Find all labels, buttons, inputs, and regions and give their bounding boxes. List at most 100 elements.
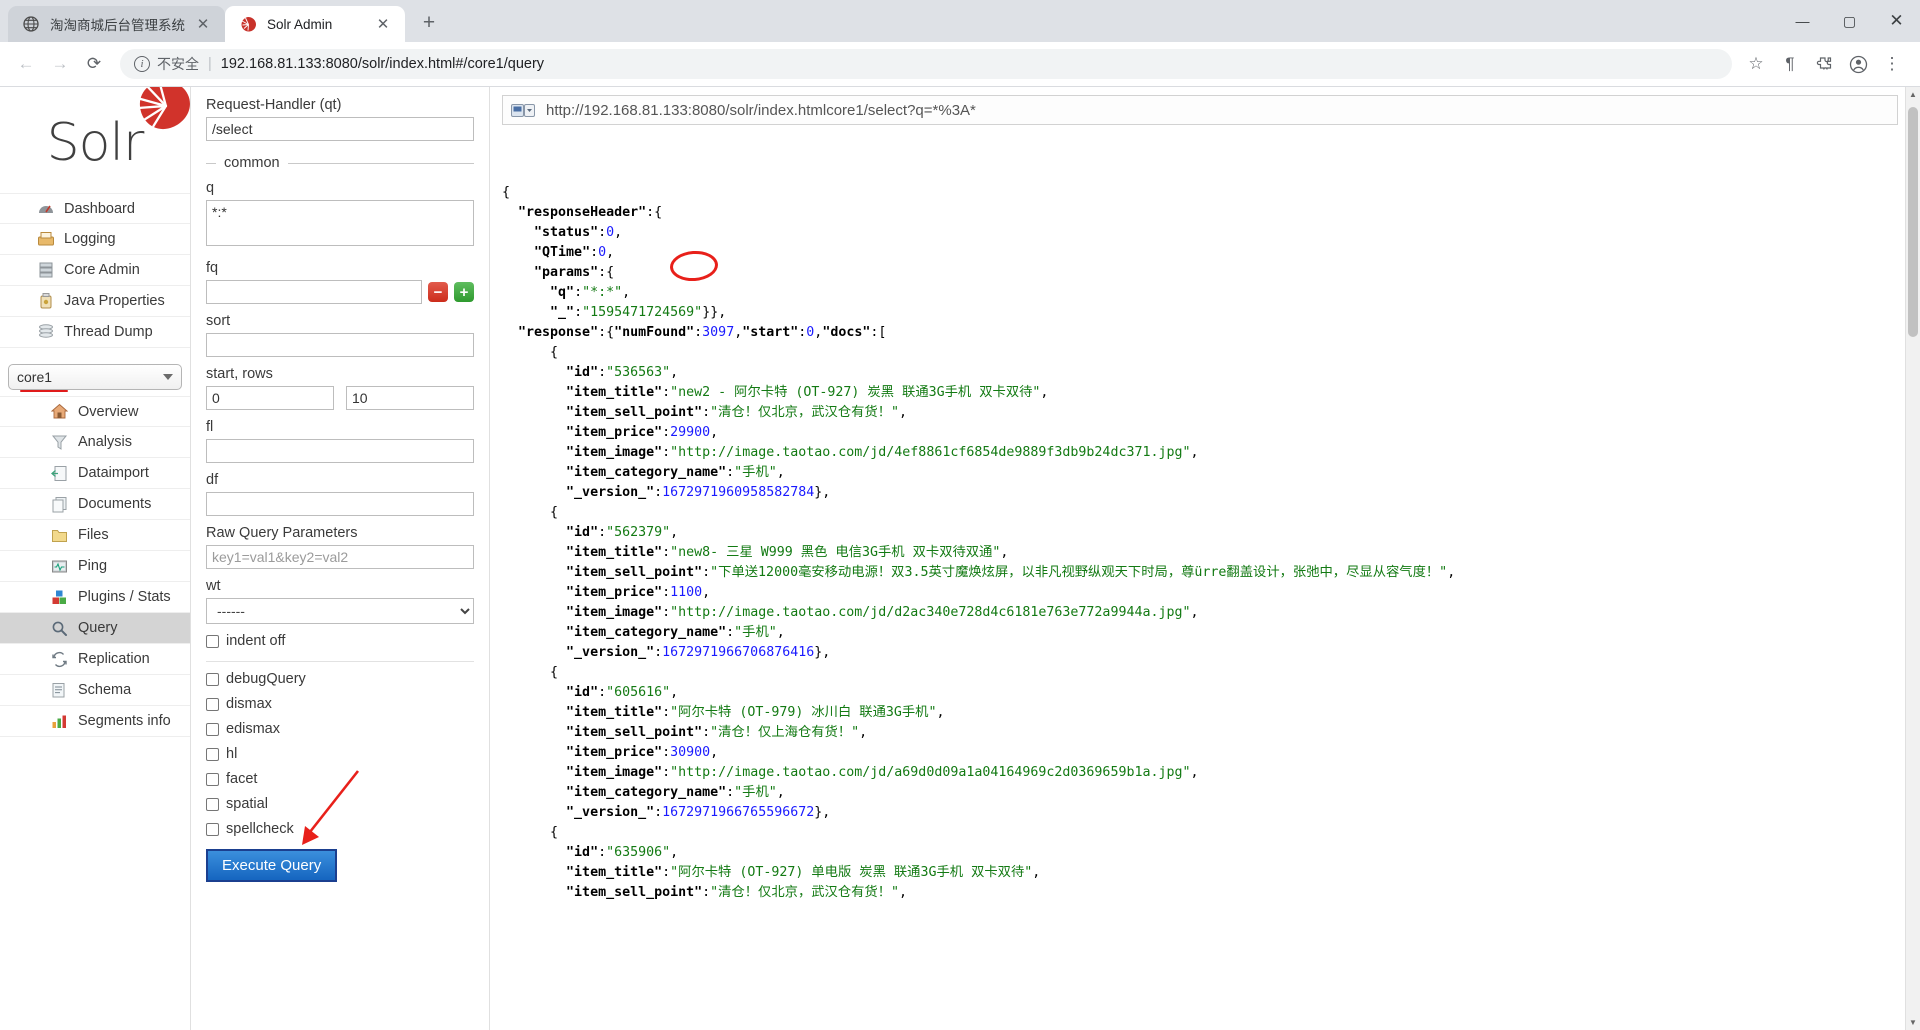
spellcheck-label: spellcheck (226, 821, 294, 837)
sidebar-item-logging[interactable]: Logging (0, 224, 190, 255)
sidebar-item-overview[interactable]: Overview (0, 396, 190, 427)
close-button[interactable]: ✕ (1873, 0, 1920, 42)
spellcheck-checkbox[interactable] (206, 822, 219, 836)
sidebar-item-segments-info[interactable]: Segments info (0, 706, 190, 737)
sidebar-item-java-properties[interactable]: Java Properties (0, 286, 190, 317)
edismax-checkbox[interactable] (206, 722, 219, 736)
fq-input[interactable] (206, 280, 422, 304)
sidebar-item-label: Java Properties (64, 293, 165, 309)
indent-off-checkbox[interactable] (206, 634, 219, 648)
browser-tab-solr-admin[interactable]: Solr Admin ✕ (225, 6, 405, 42)
tab-title: Solr Admin (267, 16, 333, 32)
dataimport-icon (50, 464, 69, 483)
browser-tab-taotao[interactable]: 淘淘商城后台管理系统 ✕ (8, 6, 225, 42)
chevron-down-icon (163, 374, 173, 380)
request-handler-input[interactable] (206, 117, 474, 141)
scroll-up-arrow-icon[interactable]: ▲ (1906, 87, 1920, 102)
solr-core-nav: Overview Analysis Dataimport Documents F… (0, 396, 190, 737)
address-bar[interactable]: i 不安全 | 192.168.81.133:8080/solr/index.h… (120, 49, 1732, 79)
fl-label: fl (206, 419, 214, 435)
debugquery-checkbox[interactable] (206, 672, 219, 686)
tab-close-icon[interactable]: ✕ (193, 14, 213, 34)
core-selector-dropdown[interactable]: core1 (8, 364, 182, 390)
spellcheck-row[interactable]: spellcheck (206, 821, 474, 837)
wt-label: wt (206, 578, 221, 594)
indent-off-row[interactable]: indent off (206, 633, 474, 649)
q-input[interactable] (206, 200, 474, 246)
query-result-panel: http://192.168.81.133:8080/solr/index.ht… (490, 87, 1920, 1030)
facet-row[interactable]: facet (206, 771, 474, 787)
sidebar-item-files[interactable]: Files (0, 520, 190, 551)
browser-window: 淘淘商城后台管理系统 ✕ Solr Admin ✕ + — ▢ ✕ ← → ⟳ … (0, 0, 1920, 1030)
edismax-row[interactable]: edismax (206, 721, 474, 737)
df-input[interactable] (206, 492, 474, 516)
sidebar-item-schema[interactable]: Schema (0, 675, 190, 706)
fq-add-button[interactable]: + (454, 282, 474, 302)
debugquery-row[interactable]: debugQuery (206, 671, 474, 687)
sidebar-item-label: Replication (78, 651, 150, 667)
sidebar-item-label: Analysis (78, 434, 132, 450)
profile-avatar-icon[interactable] (1842, 48, 1874, 80)
facet-checkbox[interactable] (206, 772, 219, 786)
start-rows-row (206, 386, 474, 410)
dismax-checkbox[interactable] (206, 697, 219, 711)
result-scrollbar[interactable]: ▲ ▼ (1905, 87, 1920, 1030)
fq-remove-button[interactable]: − (428, 282, 448, 302)
hl-row[interactable]: hl (206, 746, 474, 762)
tab-strip: 淘淘商城后台管理系统 ✕ Solr Admin ✕ + — ▢ ✕ (0, 0, 1920, 42)
result-url-bar[interactable]: http://192.168.81.133:8080/solr/index.ht… (502, 95, 1898, 125)
sidebar-item-plugins-stats[interactable]: Plugins / Stats (0, 582, 190, 613)
forward-icon[interactable]: → (44, 48, 76, 80)
spatial-row[interactable]: spatial (206, 796, 474, 812)
start-input[interactable] (206, 386, 334, 410)
sidebar-item-dashboard[interactable]: Dashboard (0, 193, 190, 224)
solr-burst-icon (136, 87, 190, 130)
rows-input[interactable] (346, 386, 474, 410)
sidebar-item-core-admin[interactable]: Core Admin (0, 255, 190, 286)
sidebar-item-analysis[interactable]: Analysis (0, 427, 190, 458)
sidebar-item-dataimport[interactable]: Dataimport (0, 458, 190, 489)
plugins-icon (50, 588, 69, 607)
fl-input[interactable] (206, 439, 474, 463)
sidebar-item-thread-dump[interactable]: Thread Dump (0, 317, 190, 348)
start-rows-label: start, rows (206, 366, 273, 382)
sidebar-item-ping[interactable]: Ping (0, 551, 190, 582)
raw-query-parameters-input[interactable] (206, 545, 474, 569)
df-label: df (206, 472, 219, 488)
scrollbar-thumb[interactable] (1908, 107, 1918, 337)
spatial-checkbox[interactable] (206, 797, 219, 811)
sidebar-item-label: Overview (78, 403, 139, 420)
sidebar-item-label: Schema (78, 682, 132, 698)
facet-label: facet (226, 771, 258, 787)
sidebar-item-documents[interactable]: Documents (0, 489, 190, 520)
wt-select[interactable]: ------ (206, 598, 474, 624)
sidebar-item-query[interactable]: Query (0, 613, 190, 644)
solr-logo[interactable]: Solr (0, 87, 190, 193)
dismax-row[interactable]: dismax (206, 696, 474, 712)
info-icon[interactable]: i (134, 56, 150, 72)
solr-icon (239, 15, 257, 33)
new-tab-button[interactable]: + (413, 7, 445, 39)
fq-row: − + (206, 280, 474, 304)
bookmark-star-icon[interactable]: ☆ (1740, 48, 1772, 80)
minimize-button[interactable]: — (1779, 0, 1826, 42)
hl-checkbox[interactable] (206, 747, 219, 761)
core-selector-value: core1 (17, 369, 53, 385)
browser-menu-icon[interactable]: ⋮ (1876, 48, 1908, 80)
execute-query-button[interactable]: Execute Query (206, 849, 338, 882)
sidebar-item-label: Dashboard (64, 200, 135, 217)
translate-icon[interactable]: ¶ (1774, 48, 1806, 80)
maximize-button[interactable]: ▢ (1826, 0, 1873, 42)
reload-icon[interactable]: ⟳ (78, 48, 110, 80)
sort-input[interactable] (206, 333, 474, 357)
solr-logo-text: Solr (46, 113, 145, 173)
back-icon[interactable]: ← (10, 48, 42, 80)
result-url-text: http://192.168.81.133:8080/solr/index.ht… (546, 101, 976, 119)
sidebar-item-replication[interactable]: Replication (0, 644, 190, 675)
tab-close-icon[interactable]: ✕ (373, 14, 393, 34)
sort-label: sort (206, 313, 231, 329)
scroll-down-arrow-icon[interactable]: ▼ (1906, 1015, 1920, 1030)
indent-off-label: indent off (226, 633, 286, 649)
common-fieldset-header: common (206, 155, 474, 171)
extensions-icon[interactable] (1808, 48, 1840, 80)
